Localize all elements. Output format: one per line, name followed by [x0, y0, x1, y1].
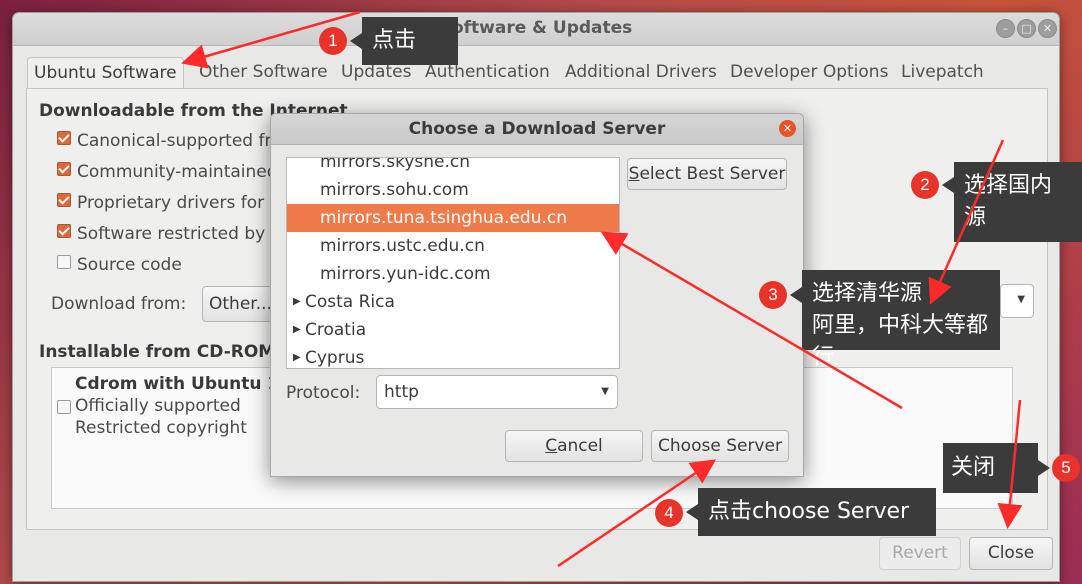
- annotation-5-callout: 关闭: [943, 443, 1038, 493]
- dialog-title: Choose a Download Server: [408, 119, 666, 139]
- checkbox-row-proprietary[interactable]: Proprietary drivers for d: [57, 193, 280, 213]
- annotation-4-callout: 点击choose Server: [698, 488, 936, 536]
- checkbox-row-source[interactable]: Source code: [57, 255, 182, 275]
- cancel-button[interactable]: Cancel: [505, 430, 643, 462]
- tab-other-software[interactable]: Other Software: [193, 57, 334, 87]
- country-label: Costa Rica: [305, 292, 395, 312]
- download-from-label: Download from:: [51, 294, 187, 314]
- annotation-4-text: 点击choose Server: [708, 499, 910, 524]
- close-window-icon[interactable]: ✕: [1038, 19, 1057, 38]
- tab-additional-drivers[interactable]: Additional Drivers: [559, 57, 723, 87]
- checkbox-row-community[interactable]: Community-maintained: [57, 162, 278, 182]
- checkbox-label: Source code: [77, 255, 182, 275]
- annotation-5-pointer: [1038, 460, 1050, 476]
- annotation-1-pointer: [350, 33, 362, 49]
- maximize-icon[interactable]: □: [1017, 19, 1036, 38]
- checkbox-canonical[interactable]: [57, 131, 71, 145]
- checkbox-cdrom[interactable]: [57, 400, 71, 414]
- checkbox-label: Software restricted by c: [77, 224, 280, 244]
- annotation-5-text: 关闭: [951, 455, 996, 480]
- revert-button[interactable]: Revert: [879, 537, 961, 570]
- protocol-value: http: [384, 382, 419, 402]
- server-row-selected[interactable]: mirrors.tuna.tsinghua.edu.cn: [287, 204, 619, 232]
- annotation-1-badge: 1: [319, 27, 347, 55]
- dialog-close-icon[interactable]: ✕: [779, 120, 796, 137]
- dialog-titlebar[interactable]: Choose a Download Server ✕: [271, 114, 803, 145]
- expand-triangle-icon[interactable]: ▶: [293, 344, 301, 368]
- annotation-1-text: 点击: [372, 28, 417, 53]
- country-label: Croatia: [305, 320, 367, 340]
- annotation-2-line2: 源: [964, 205, 987, 230]
- checkbox-proprietary[interactable]: [57, 193, 71, 207]
- choose-server-button[interactable]: Choose Server: [651, 430, 789, 462]
- checkbox-row-restricted[interactable]: Software restricted by c: [57, 224, 280, 244]
- server-row[interactable]: mirrors.yun-idc.com: [287, 260, 619, 288]
- server-label: mirrors.skyshe.cn: [320, 157, 471, 172]
- expand-triangle-icon[interactable]: ▶: [293, 316, 301, 344]
- chevron-down-icon: ▼: [601, 386, 609, 397]
- annotation-4-badge: 4: [655, 499, 683, 527]
- tab-developer-options[interactable]: Developer Options: [724, 57, 894, 87]
- server-label: mirrors.tuna.tsinghua.edu.cn: [320, 208, 568, 228]
- annotation-2-callout: 选择国内 源: [954, 162, 1082, 242]
- server-row[interactable]: mirrors.ustc.edu.cn: [287, 232, 619, 260]
- minimize-icon[interactable]: –: [996, 19, 1015, 38]
- select-best-server-button[interactable]: Select Best Server: [627, 158, 787, 190]
- annotation-5-badge: 5: [1052, 454, 1080, 482]
- close-button[interactable]: Close: [969, 537, 1053, 570]
- annotation-4-pointer: [686, 504, 698, 520]
- checkbox-label: Canonical-supported fre: [77, 131, 282, 151]
- window-titlebar[interactable]: Software & Updates – □ ✕: [13, 13, 1059, 46]
- server-list[interactable]: mirrors.skyshe.cn mirrors.sohu.com mirro…: [286, 157, 620, 369]
- expand-triangle-icon[interactable]: ▶: [293, 288, 301, 316]
- checkbox-row-canonical[interactable]: Canonical-supported fre: [57, 131, 282, 151]
- mirror-country-dropdown[interactable]: ▼: [1000, 284, 1034, 318]
- server-label: mirrors.ustc.edu.cn: [320, 236, 485, 256]
- annotation-3-pointer: [790, 287, 802, 303]
- country-row[interactable]: ▶ Costa Rica: [287, 288, 619, 316]
- server-row[interactable]: mirrors.sohu.com: [287, 176, 619, 204]
- protocol-label: Protocol:: [286, 383, 361, 403]
- window-title: Software & Updates: [439, 18, 633, 38]
- cdrom-line1: Officially supported: [75, 396, 241, 416]
- checkbox-source-code[interactable]: [57, 255, 71, 269]
- cdrom-title: Cdrom with Ubuntu 18.: [75, 374, 298, 394]
- server-label: mirrors.yun-idc.com: [320, 264, 491, 284]
- tab-livepatch[interactable]: Livepatch: [895, 57, 990, 87]
- annotation-3-line2: 阿里，中科大等都行: [812, 313, 989, 370]
- annotation-2-pointer: [942, 177, 954, 193]
- annotation-1-callout: 点击: [362, 17, 458, 65]
- tab-ubuntu-software[interactable]: Ubuntu Software: [27, 57, 184, 88]
- tab-bar: Ubuntu Software Other Software Updates A…: [25, 57, 1045, 89]
- annotation-2-badge: 2: [911, 171, 939, 199]
- country-row[interactable]: ▶ Cyprus: [287, 344, 619, 368]
- server-row[interactable]: mirrors.skyshe.cn: [287, 157, 619, 176]
- annotation-3-callout: 选择清华源 阿里，中科大等都行: [802, 270, 1000, 370]
- checkbox-label: Proprietary drivers for d: [77, 193, 281, 213]
- chevron-down-icon: ▼: [1017, 294, 1025, 305]
- cdrom-line2: Restricted copyright: [75, 418, 247, 438]
- checkbox-restricted[interactable]: [57, 224, 71, 238]
- checkbox-label: Community-maintained: [77, 162, 278, 182]
- choose-server-dialog: Choose a Download Server ✕ mirrors.skysh…: [270, 113, 804, 477]
- cdrom-section-heading: Installable from CD-ROM/D: [39, 342, 296, 362]
- server-label: mirrors.sohu.com: [320, 180, 469, 200]
- annotation-3-badge: 3: [759, 281, 787, 309]
- annotation-3-line1: 选择清华源: [812, 281, 923, 306]
- country-label: Cyprus: [305, 348, 365, 368]
- protocol-dropdown[interactable]: http ▼: [376, 375, 618, 409]
- annotation-2-line1: 选择国内: [964, 173, 1053, 198]
- checkbox-community[interactable]: [57, 162, 71, 176]
- country-row[interactable]: ▶ Croatia: [287, 316, 619, 344]
